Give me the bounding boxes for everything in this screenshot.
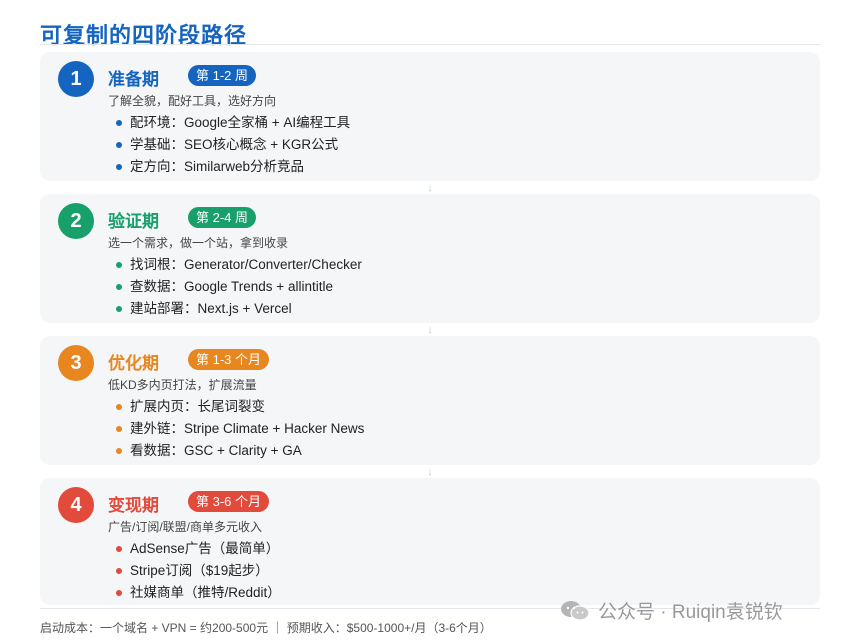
footer-note: 启动成本：一个域名 + VPN = 约200-500元 ｜ 预期收入：$500-… [40,621,492,635]
list-item-text: Stripe订阅（$19起步） [130,563,269,578]
stage-card-2: 2 验证期 第 2-4 周 选一个需求，做一个站，拿到收录 找词根：Genera… [40,194,820,323]
list-item: 查数据：Google Trends + allintitle [116,276,362,298]
wechat-icon [561,600,590,621]
stage-item-list: 扩展内页：长尾词裂变 建外链：Stripe Climate + Hacker N… [116,396,364,462]
bullet-icon [116,284,122,290]
bullet-icon [116,568,122,574]
list-item-text: 查数据：Google Trends + allintitle [130,279,333,294]
bullet-icon [116,590,122,596]
bullet-icon [116,120,122,126]
bullet-icon [116,546,122,552]
page-title: 可复制的四阶段路径 [40,23,248,48]
list-item: 配环境：Google全家桶 + AI编程工具 [116,112,350,134]
down-arrow-icon: ↓ [427,466,433,478]
list-item-text: 定方向：Similarweb分析竞品 [130,159,305,174]
list-item: 看数据：GSC + Clarity + GA [116,440,364,462]
stage-description: 了解全貌，配好工具，选好方向 [108,94,277,108]
list-item: 建外链：Stripe Climate + Hacker News [116,418,364,440]
stage-number-badge: 2 [58,203,94,239]
stage-description: 广告/订阅/联盟/商单多元收入 [108,520,263,534]
stage-item-list: AdSense广告（最简单） Stripe订阅（$19起步） 社媒商单（推特/R… [116,538,281,604]
down-arrow-icon: ↓ [427,182,433,194]
bullet-icon [116,448,122,454]
title-divider [40,44,820,45]
stage-name: 优化期 [108,354,159,373]
bullet-icon [116,404,122,410]
list-item-text: 找词根：Generator/Converter/Checker [130,257,362,272]
stage-period-badge: 第 3-6 个月 [188,491,270,512]
watermark-text: 公众号 · Ruiqin袁锐钦 [598,602,783,623]
stage-item-list: 找词根：Generator/Converter/Checker 查数据：Goog… [116,254,362,320]
list-item: 社媒商单（推特/Reddit） [116,582,281,604]
bullet-icon [116,306,122,312]
list-item-text: 看数据：GSC + Clarity + GA [130,443,302,458]
stage-name: 准备期 [108,70,159,89]
stage-card-4: 4 变现期 第 3-6 个月 广告/订阅/联盟/商单多元收入 AdSense广告… [40,478,820,605]
stage-period-badge: 第 1-3 个月 [188,349,270,370]
list-item: 找词根：Generator/Converter/Checker [116,254,362,276]
bullet-icon [116,142,122,148]
list-item-text: AdSense广告（最简单） [130,541,280,556]
stage-period-badge: 第 1-2 周 [188,65,257,86]
list-item: 定方向：Similarweb分析竞品 [116,156,350,178]
watermark: 公众号 · Ruiqin袁锐钦 [560,597,783,624]
down-arrow-icon: ↓ [427,324,433,336]
list-item-text: 配环境：Google全家桶 + AI编程工具 [130,115,351,130]
stage-card-3: 3 优化期 第 1-3 个月 低KD多内页打法，扩展流量 扩展内页：长尾词裂变 … [40,336,820,465]
stage-number-badge: 4 [58,487,94,523]
stage-item-list: 配环境：Google全家桶 + AI编程工具 学基础：SEO核心概念 + KGR… [116,112,350,178]
list-item: 学基础：SEO核心概念 + KGR公式 [116,134,350,156]
stage-period-badge: 第 2-4 周 [188,207,257,228]
list-item-text: 社媒商单（推特/Reddit） [130,585,281,600]
bullet-icon [116,164,122,170]
list-item-text: 扩展内页：长尾词裂变 [130,399,265,414]
list-item: 建站部署：Next.js + Vercel [116,298,362,320]
stage-description: 选一个需求，做一个站，拿到收录 [108,236,289,250]
bullet-icon [116,262,122,268]
stage-name: 变现期 [108,496,159,515]
bullet-icon [116,426,122,432]
list-item: AdSense广告（最简单） [116,538,281,560]
stage-description: 低KD多内页打法，扩展流量 [108,378,257,392]
list-item-text: 建外链：Stripe Climate + Hacker News [130,421,365,436]
stage-name: 验证期 [108,212,159,231]
list-item-text: 建站部署：Next.js + Vercel [130,301,292,316]
stage-number-badge: 3 [58,345,94,381]
stage-card-1: 1 准备期 第 1-2 周 了解全貌，配好工具，选好方向 配环境：Google全… [40,52,820,181]
stage-number-badge: 1 [58,61,94,97]
list-item-text: 学基础：SEO核心概念 + KGR公式 [130,137,339,152]
list-item: Stripe订阅（$19起步） [116,560,281,582]
list-item: 扩展内页：长尾词裂变 [116,396,364,418]
